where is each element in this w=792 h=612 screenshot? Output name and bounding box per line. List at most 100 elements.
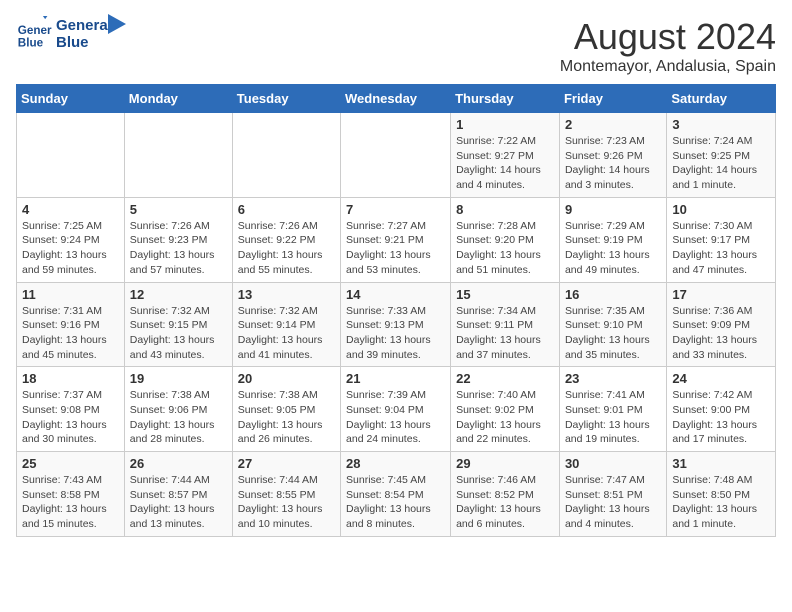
day-number: 5 xyxy=(130,202,227,217)
day-info: Sunrise: 7:23 AM Sunset: 9:26 PM Dayligh… xyxy=(565,134,661,193)
day-cell xyxy=(232,113,340,198)
logo-line1: General xyxy=(56,17,112,34)
day-info: Sunrise: 7:42 AM Sunset: 9:00 PM Dayligh… xyxy=(672,388,770,447)
day-info: Sunrise: 7:22 AM Sunset: 9:27 PM Dayligh… xyxy=(456,134,554,193)
day-info: Sunrise: 7:40 AM Sunset: 9:02 PM Dayligh… xyxy=(456,388,554,447)
day-number: 28 xyxy=(346,456,445,471)
day-cell: 11 Sunrise: 7:31 AM Sunset: 9:16 PM Dayli… xyxy=(17,282,125,367)
day-cell: 22 Sunrise: 7:40 AM Sunset: 9:02 PM Dayli… xyxy=(451,367,560,452)
col-header-tuesday: Tuesday xyxy=(232,85,340,113)
week-row-4: 18Sunrise: 7:37 AM Sunset: 9:08 PM Dayli… xyxy=(17,367,776,452)
page-header: General Blue General Blue August 2024 Mo… xyxy=(16,16,776,76)
day-info: Sunrise: 7:32 AM Sunset: 9:14 PM Dayligh… xyxy=(238,304,335,363)
calendar-table: SundayMondayTuesdayWednesdayThursdayFrid… xyxy=(16,84,776,537)
day-info: Sunrise: 7:24 AM Sunset: 9:25 PM Dayligh… xyxy=(672,134,770,193)
day-number: 20 xyxy=(238,371,335,386)
day-number: 26 xyxy=(130,456,227,471)
day-info: Sunrise: 7:37 AM Sunset: 9:08 PM Dayligh… xyxy=(22,388,119,447)
day-number: 22 xyxy=(456,371,554,386)
day-cell: 20 Sunrise: 7:38 AM Sunset: 9:05 PM Dayli… xyxy=(232,367,340,452)
day-number: 24 xyxy=(672,371,770,386)
day-info: Sunrise: 7:36 AM Sunset: 9:09 PM Dayligh… xyxy=(672,304,770,363)
day-number: 14 xyxy=(346,287,445,302)
day-cell: 30 Sunrise: 7:47 AM Sunset: 8:51 PM Dayli… xyxy=(559,452,666,537)
day-cell xyxy=(341,113,451,198)
col-header-saturday: Saturday xyxy=(667,85,776,113)
day-cell: 16Sunrise: 7:35 AM Sunset: 9:10 PM Dayli… xyxy=(559,282,666,367)
day-cell: 19Sunrise: 7:38 AM Sunset: 9:06 PM Dayli… xyxy=(124,367,232,452)
day-number: 17 xyxy=(672,287,770,302)
svg-text:General: General xyxy=(18,24,52,37)
day-number: 25 xyxy=(22,456,119,471)
month-title: August 2024 xyxy=(560,16,776,58)
day-cell: 18Sunrise: 7:37 AM Sunset: 9:08 PM Dayli… xyxy=(17,367,125,452)
day-number: 23 xyxy=(565,371,661,386)
day-number: 31 xyxy=(672,456,770,471)
day-number: 11 xyxy=(22,287,119,302)
day-cell: 28Sunrise: 7:45 AM Sunset: 8:54 PM Dayli… xyxy=(341,452,451,537)
calendar-header-row: SundayMondayTuesdayWednesdayThursdayFrid… xyxy=(17,85,776,113)
day-number: 30 xyxy=(565,456,661,471)
day-cell: 6Sunrise: 7:26 AM Sunset: 9:22 PM Daylig… xyxy=(232,197,340,282)
day-info: Sunrise: 7:47 AM Sunset: 8:51 PM Dayligh… xyxy=(565,473,661,532)
col-header-friday: Friday xyxy=(559,85,666,113)
location-title: Montemayor, Andalusia, Spain xyxy=(560,58,776,76)
day-number: 12 xyxy=(130,287,227,302)
day-info: Sunrise: 7:34 AM Sunset: 9:11 PM Dayligh… xyxy=(456,304,554,363)
day-info: Sunrise: 7:35 AM Sunset: 9:10 PM Dayligh… xyxy=(565,304,661,363)
day-cell: 9Sunrise: 7:29 AM Sunset: 9:19 PM Daylig… xyxy=(559,197,666,282)
week-row-1: 1 Sunrise: 7:22 AM Sunset: 9:27 PM Daylig… xyxy=(17,113,776,198)
week-row-5: 25 Sunrise: 7:43 AM Sunset: 8:58 PM Dayli… xyxy=(17,452,776,537)
day-cell xyxy=(17,113,125,198)
day-number: 29 xyxy=(456,456,554,471)
day-info: Sunrise: 7:25 AM Sunset: 9:24 PM Dayligh… xyxy=(22,219,119,278)
col-header-monday: Monday xyxy=(124,85,232,113)
day-info: Sunrise: 7:48 AM Sunset: 8:50 PM Dayligh… xyxy=(672,473,770,532)
day-cell: 5 Sunrise: 7:26 AM Sunset: 9:23 PM Daylig… xyxy=(124,197,232,282)
logo-line2: Blue xyxy=(56,34,112,51)
day-cell: 2 Sunrise: 7:23 AM Sunset: 9:26 PM Daylig… xyxy=(559,113,666,198)
day-info: Sunrise: 7:41 AM Sunset: 9:01 PM Dayligh… xyxy=(565,388,661,447)
day-number: 9 xyxy=(565,202,661,217)
col-header-sunday: Sunday xyxy=(17,85,125,113)
day-cell: 4Sunrise: 7:25 AM Sunset: 9:24 PM Daylig… xyxy=(17,197,125,282)
day-info: Sunrise: 7:44 AM Sunset: 8:57 PM Dayligh… xyxy=(130,473,227,532)
day-number: 10 xyxy=(672,202,770,217)
day-number: 3 xyxy=(672,117,770,132)
day-info: Sunrise: 7:43 AM Sunset: 8:58 PM Dayligh… xyxy=(22,473,119,532)
day-number: 2 xyxy=(565,117,661,132)
day-cell xyxy=(124,113,232,198)
day-info: Sunrise: 7:27 AM Sunset: 9:21 PM Dayligh… xyxy=(346,219,445,278)
day-cell: 15Sunrise: 7:34 AM Sunset: 9:11 PM Dayli… xyxy=(451,282,560,367)
day-cell: 14Sunrise: 7:33 AM Sunset: 9:13 PM Dayli… xyxy=(341,282,451,367)
day-number: 8 xyxy=(456,202,554,217)
col-header-thursday: Thursday xyxy=(451,85,560,113)
day-cell: 24 Sunrise: 7:42 AM Sunset: 9:00 PM Dayli… xyxy=(667,367,776,452)
day-info: Sunrise: 7:46 AM Sunset: 8:52 PM Dayligh… xyxy=(456,473,554,532)
day-cell: 25 Sunrise: 7:43 AM Sunset: 8:58 PM Dayli… xyxy=(17,452,125,537)
col-header-wednesday: Wednesday xyxy=(341,85,451,113)
day-info: Sunrise: 7:30 AM Sunset: 9:17 PM Dayligh… xyxy=(672,219,770,278)
day-number: 19 xyxy=(130,371,227,386)
day-cell: 7Sunrise: 7:27 AM Sunset: 9:21 PM Daylig… xyxy=(341,197,451,282)
day-info: Sunrise: 7:38 AM Sunset: 9:05 PM Dayligh… xyxy=(238,388,335,447)
logo-flag-icon xyxy=(108,14,128,44)
day-number: 1 xyxy=(456,117,554,132)
day-info: Sunrise: 7:28 AM Sunset: 9:20 PM Dayligh… xyxy=(456,219,554,278)
day-number: 27 xyxy=(238,456,335,471)
week-row-2: 4Sunrise: 7:25 AM Sunset: 9:24 PM Daylig… xyxy=(17,197,776,282)
day-cell: 10 Sunrise: 7:30 AM Sunset: 9:17 PM Dayli… xyxy=(667,197,776,282)
day-cell: 23 Sunrise: 7:41 AM Sunset: 9:01 PM Dayli… xyxy=(559,367,666,452)
day-cell: 13 Sunrise: 7:32 AM Sunset: 9:14 PM Dayli… xyxy=(232,282,340,367)
day-info: Sunrise: 7:44 AM Sunset: 8:55 PM Dayligh… xyxy=(238,473,335,532)
title-area: August 2024 Montemayor, Andalusia, Spain xyxy=(560,16,776,76)
day-number: 6 xyxy=(238,202,335,217)
day-info: Sunrise: 7:31 AM Sunset: 9:16 PM Dayligh… xyxy=(22,304,119,363)
logo-icon: General Blue xyxy=(16,16,52,52)
day-cell: 17 Sunrise: 7:36 AM Sunset: 9:09 PM Dayli… xyxy=(667,282,776,367)
day-info: Sunrise: 7:26 AM Sunset: 9:23 PM Dayligh… xyxy=(130,219,227,278)
day-number: 13 xyxy=(238,287,335,302)
logo: General Blue General Blue xyxy=(16,16,128,52)
day-number: 21 xyxy=(346,371,445,386)
day-cell: 29 Sunrise: 7:46 AM Sunset: 8:52 PM Dayli… xyxy=(451,452,560,537)
